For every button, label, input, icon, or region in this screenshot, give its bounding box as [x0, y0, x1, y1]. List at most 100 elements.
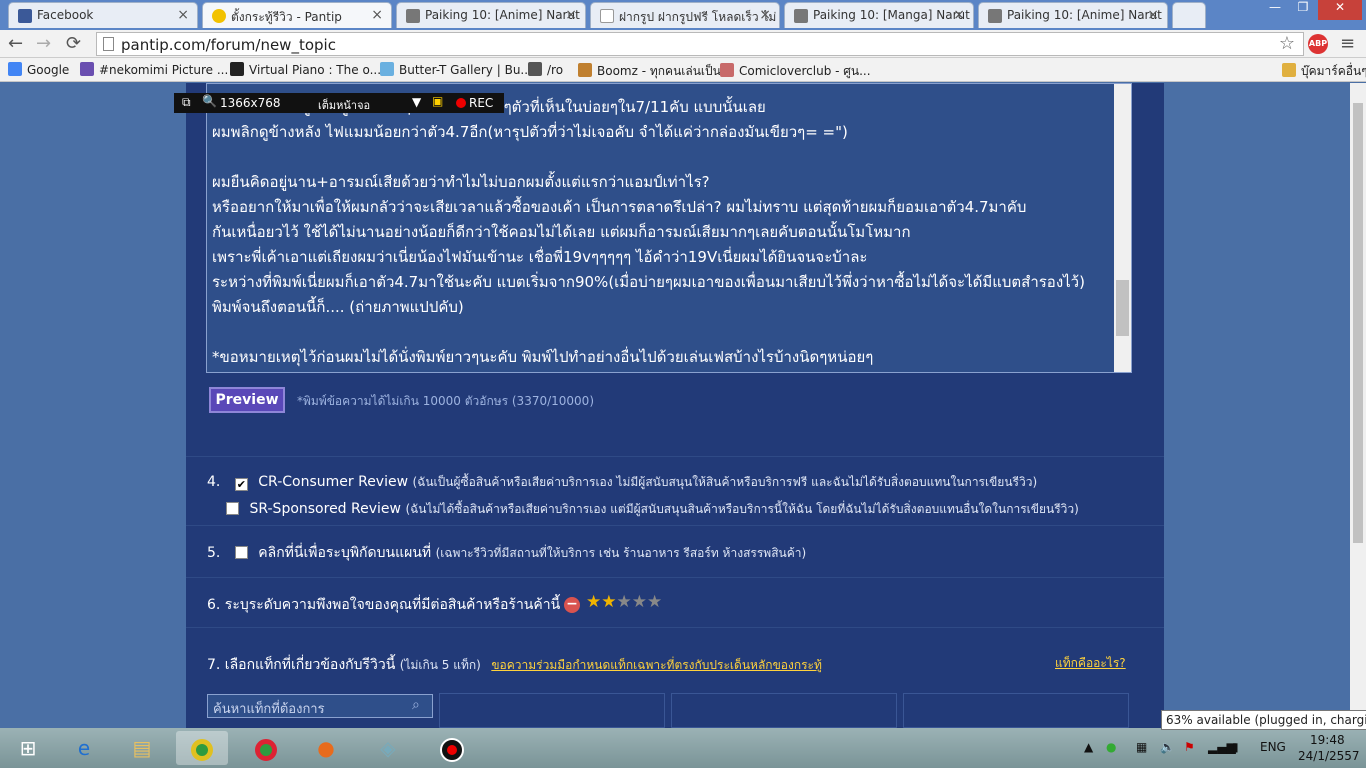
ie-icon[interactable]: e — [58, 731, 110, 765]
bookmark-nekomimi[interactable]: #nekomimi Picture ... — [80, 62, 228, 77]
close-tab-icon[interactable]: × — [177, 7, 189, 23]
record-dot-icon[interactable] — [456, 98, 466, 108]
tag-search-input[interactable]: ค้นหาแท็กที่ต้องการ — [207, 694, 433, 718]
section-number: 4. — [207, 474, 221, 490]
bookmark-label: บุ๊คมาร์คอื่นๆ — [1301, 64, 1366, 78]
bookmark-icon — [230, 62, 244, 76]
explorer-icon[interactable]: ▤ — [116, 731, 168, 765]
map-checkbox[interactable] — [234, 546, 248, 559]
rating-stars[interactable]: − ★★★★★ — [564, 592, 662, 613]
sr-checkbox[interactable] — [226, 502, 239, 515]
editor-scroll-thumb[interactable] — [1116, 280, 1129, 336]
volume-icon[interactable]: 🔈 — [1160, 740, 1175, 754]
window-icon[interactable]: ⧉ — [182, 95, 191, 110]
close-tab-icon[interactable]: × — [1147, 7, 1159, 23]
tag-box[interactable] — [671, 693, 897, 728]
bookmark-star-icon[interactable]: ☆ — [1279, 33, 1295, 54]
preview-button[interactable]: Preview — [209, 387, 285, 413]
minimize-button[interactable]: — — [1262, 0, 1288, 20]
forward-button[interactable]: → — [36, 33, 51, 54]
screen-recorder-bar[interactable]: ⧉ 🔍 1366x768 เต็มหน้าจอ ▼ ▣ REC — [174, 93, 504, 113]
bookmark-ro[interactable]: /ro — [528, 62, 563, 77]
rating-star-icon[interactable]: ★ — [617, 592, 632, 612]
editor-scrollbar[interactable] — [1114, 84, 1131, 372]
rating-star-icon[interactable]: ★ — [647, 592, 662, 612]
battery-icon[interactable]: ▮ — [1232, 740, 1239, 754]
tab-paiking-anime-2[interactable]: Paiking 10: [Anime] Narut × — [978, 2, 1168, 28]
tab-facebook[interactable]: Facebook × — [8, 2, 198, 28]
start-button[interactable]: ⊞ — [2, 731, 54, 765]
bookmark-boomz[interactable]: Boomz - ทุกคนเล่นเป็น — [578, 62, 721, 81]
bookmark-google[interactable]: Google — [8, 62, 69, 77]
tab-upload[interactable]: ฝากรูป ฝากรูปฟรี โหลดเร็ว ไม่ × — [590, 2, 780, 28]
rating-star-icon[interactable]: ★ — [632, 592, 647, 612]
tab-paiking-anime-1[interactable]: Paiking 10: [Anime] Narut × — [396, 2, 586, 28]
bookmark-label: Virtual Piano : The o... — [249, 63, 382, 77]
star-group[interactable]: ★★★★★ — [586, 592, 662, 612]
clock-time[interactable]: 19:48 — [1310, 733, 1345, 747]
recorder-taskbar-icon[interactable] — [426, 731, 478, 765]
clock-date[interactable]: 24/1/2557 — [1298, 749, 1360, 763]
chrome-app-icon[interactable] — [240, 731, 292, 765]
bookmark-virtual-piano[interactable]: Virtual Piano : The o... — [230, 62, 381, 77]
map-location-row: 5. คลิกที่นี่เพื่อระบุพิกัดบนแผนที่ (เฉพ… — [207, 542, 806, 564]
tab-title: Paiking 10: [Anime] Narut — [425, 8, 580, 22]
close-tab-icon[interactable]: × — [371, 7, 383, 23]
zoom-icon[interactable]: 🔍 — [202, 94, 217, 108]
page-scrollbar[interactable] — [1350, 83, 1366, 728]
adblock-icon[interactable]: ABP — [1308, 34, 1328, 54]
new-tab-button[interactable] — [1172, 2, 1206, 28]
sr-description: (ฉันไม่ได้ซื้อสินค้าหรือเสียค่าบริการเอง… — [405, 502, 1079, 516]
flag-icon[interactable]: ⚑ — [1184, 740, 1195, 754]
bookmark-icon — [578, 63, 592, 77]
page-scroll-thumb[interactable] — [1353, 103, 1363, 543]
address-bar[interactable]: pantip.com/forum/new_topic ☆ — [96, 32, 1304, 56]
close-tab-icon[interactable]: × — [953, 7, 965, 23]
firefox-icon[interactable]: ● — [300, 731, 352, 765]
tags-help-link[interactable]: แท็กคืออะไร? — [1055, 656, 1126, 670]
language-indicator[interactable]: ENG — [1260, 740, 1286, 754]
status-dot-icon[interactable]: ● — [1106, 740, 1116, 754]
chrome-icon[interactable] — [176, 731, 228, 765]
close-tab-icon[interactable]: × — [565, 7, 577, 23]
editor-line: กันเหนื่อยวไว้ ใช้ได้ไม่นานอย่างน้อยก็ดี… — [212, 223, 911, 241]
chevron-down-icon[interactable]: ▼ — [412, 95, 421, 109]
tab-title: ตั้งกระทู้รีวิว - Pantip — [231, 10, 342, 24]
bookmark-other[interactable]: บุ๊คมาร์คอื่นๆ — [1282, 62, 1366, 81]
maximize-button[interactable]: ❐ — [1290, 0, 1316, 20]
recorder-mode[interactable]: เต็มหน้าจอ — [318, 96, 370, 114]
app-icon[interactable]: ◈ — [362, 731, 414, 765]
cr-checkbox[interactable]: ✔ — [234, 478, 248, 491]
back-button[interactable]: ← — [8, 33, 23, 54]
review-textarea[interactable]: ผมเห็นคนถ่ายรูปกับหูฟังหลายๆ ตัว แบบหลาย… — [206, 83, 1132, 373]
page-icon — [103, 37, 114, 51]
divider — [186, 456, 1164, 457]
map-label[interactable]: คลิกที่นี่เพื่อระบุพิกัดบนแผนที่ — [258, 545, 431, 561]
tab-title: Paiking 10: [Anime] Narut — [1007, 8, 1162, 22]
rating-star-icon[interactable]: ★ — [601, 592, 616, 612]
tags-help: แท็กคืออะไร? — [1055, 654, 1126, 673]
display-icon[interactable]: ▦ — [1136, 740, 1147, 754]
bookmark-label: Google — [27, 63, 70, 77]
close-window-button[interactable]: ✕ — [1318, 0, 1362, 20]
tag-box[interactable] — [903, 693, 1129, 728]
rating-star-icon[interactable]: ★ — [586, 592, 601, 612]
bookmark-comicloverclub[interactable]: Comicloverclub - ศูน... — [720, 62, 871, 81]
camera-icon[interactable]: ▣ — [432, 94, 443, 108]
tab-paiking-manga[interactable]: Paiking 10: [Manga] Narut × — [784, 2, 974, 28]
tab-title: ฝากรูป ฝากรูปฟรี โหลดเร็ว ไม่ — [619, 10, 777, 24]
bookmark-butter-t[interactable]: Butter-T Gallery | Bu... — [380, 62, 532, 77]
tray-expand-icon[interactable]: ▲ — [1084, 740, 1093, 754]
menu-icon[interactable]: ≡ — [1340, 33, 1355, 54]
search-icon[interactable]: ⌕ — [412, 697, 420, 713]
tag-box[interactable] — [439, 693, 665, 728]
tab-pantip[interactable]: ตั้งกระทู้รีวิว - Pantip × — [202, 2, 392, 28]
clear-rating-icon[interactable]: − — [564, 597, 580, 613]
reload-button[interactable]: ⟳ — [66, 33, 81, 54]
close-tab-icon[interactable]: × — [759, 7, 771, 23]
review-type-sr: SR-Sponsored Review (ฉันไม่ได้ซื้อสินค้า… — [226, 500, 1079, 519]
bookmark-icon — [720, 63, 734, 77]
url-text: pantip.com/forum/new_topic — [121, 36, 336, 54]
tags-guideline-link[interactable]: ขอความร่วมมือกำหนดแท็กเฉพาะที่ตรงกับประเ… — [491, 658, 822, 672]
facebook-icon — [18, 9, 32, 23]
